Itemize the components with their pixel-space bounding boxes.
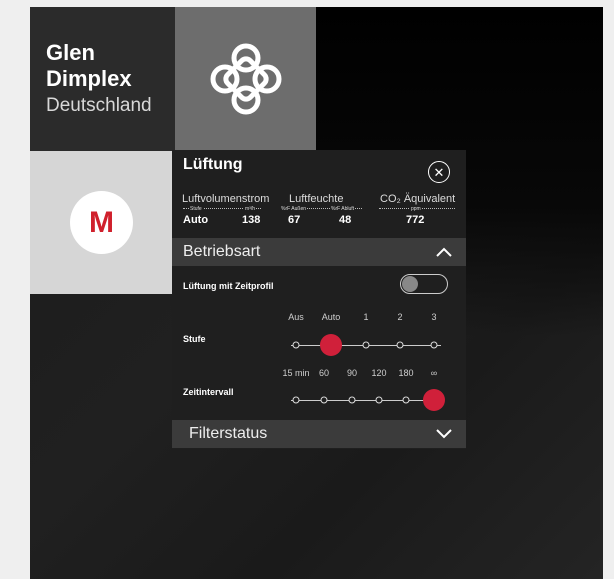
app-screen: Glen Dimplex Deutschland M Lüftung ✕ Luf… [30,7,603,579]
brand-line1: Glen [46,40,95,65]
app-tile-badge: M [70,191,133,254]
slider-thumb[interactable] [423,389,445,411]
stufe-label: Stufe [183,334,206,344]
metric-humidity-label: Luftfeuchte [289,193,344,205]
slider-option-label[interactable]: 1 [363,312,368,322]
slider-option-label[interactable]: 15 min [282,368,309,378]
brand-subtitle: Deutschland [46,95,152,116]
metric-airflow-label: Luftvolumenstrom [182,193,270,205]
slider-option-label[interactable]: Aus [288,312,304,322]
knot-logo-icon [210,43,281,115]
metric-airflow-sub-right: m³/h [244,206,256,212]
ventilation-panel: Lüftung ✕ Luftvolumenstrom Stufe m³/h Au… [172,150,466,449]
metric-airflow-stage: Auto [183,214,209,226]
slider-step[interactable] [362,341,370,349]
slider-step[interactable] [375,396,383,404]
slider-step[interactable] [402,396,410,404]
chevron-down-icon [436,429,452,439]
chevron-up-icon [436,247,452,257]
slider-step[interactable] [396,341,404,349]
slider-option-label[interactable]: ∞ [431,368,437,378]
slider-step[interactable] [292,341,300,349]
toggle-label: Lüftung mit Zeitprofil [183,281,274,291]
panel-title: Lüftung [183,156,243,173]
metric-humidity-sub-left: %rF Außen [280,206,308,212]
metric-humidity-exhaust: 48 [339,214,352,226]
slider-option-label[interactable]: 120 [371,368,386,378]
metric-co2-label: CO₂ Äquivalent [380,193,456,205]
slider-thumb[interactable] [320,334,342,356]
slider-step[interactable] [292,396,300,404]
slider-step[interactable] [430,341,438,349]
slider-option-label[interactable]: Auto [322,312,341,322]
slider-step[interactable] [320,396,328,404]
section-operating-mode[interactable]: Betriebsart [172,238,466,266]
toggle-knob [402,276,418,292]
metric-airflow-value: 138 [242,214,261,226]
slider-step[interactable] [348,396,356,404]
slider-track[interactable] [291,400,441,401]
slider-option-label[interactable]: 90 [347,368,357,378]
metric-humidity-outside: 67 [288,214,301,226]
zeit-label: Zeitintervall [183,387,234,397]
section-filter-status-label: Filterstatus [189,425,268,442]
close-icon: ✕ [433,164,445,180]
metric-airflow-sub-left: Stufe [189,206,203,212]
logo-tile[interactable] [175,7,316,151]
slider-option-label[interactable]: 60 [319,368,329,378]
close-button[interactable]: ✕ [428,161,450,183]
brand-line2: Dimplex [46,66,132,91]
section-operating-mode-label: Betriebsart [183,243,261,260]
slider-option-label[interactable]: 180 [398,368,413,378]
schedule-toggle[interactable] [400,274,448,294]
slider-option-label[interactable]: 3 [431,312,436,322]
metric-co2-unit: ppm [410,206,422,212]
brand-tile[interactable]: Glen Dimplex Deutschland [30,7,175,151]
app-tile[interactable]: M [30,151,173,294]
section-filter-status[interactable]: Filterstatus [172,420,466,448]
brand-name: Glen Dimplex [46,40,132,92]
metric-humidity-sub-right: %rF Abluft [330,206,356,212]
metric-co2-value: 772 [406,214,425,226]
slider-option-label[interactable]: 2 [397,312,402,322]
